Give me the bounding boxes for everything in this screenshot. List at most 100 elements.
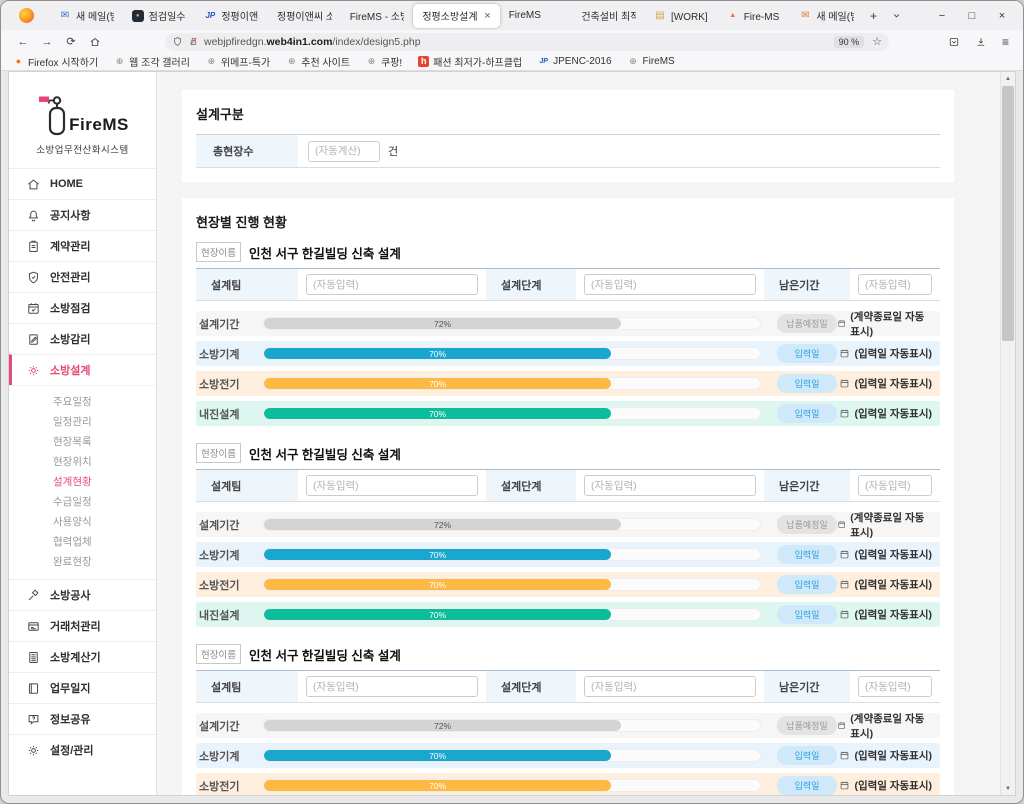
scrollbar-track[interactable] [1001, 85, 1015, 782]
design-classification-panel: 설계구분 총현장수 건 [182, 90, 954, 182]
sidebar-subitem[interactable]: 수급일정 [9, 491, 156, 511]
list-tabs-chevron-icon[interactable] [891, 10, 902, 21]
sidebar-item[interactable]: 소방설계 [9, 354, 156, 385]
sidebar: FireMS 소방업무전산화시스템 HOME 공지사항 [9, 72, 157, 795]
progress-track: 70% [263, 347, 761, 360]
lock-slash-icon[interactable] [188, 36, 199, 47]
bookmark-label: 위메프-특가 [221, 54, 270, 69]
bookmark-star-icon[interactable]: ☆ [872, 35, 882, 48]
site-card-header: 현장이름 인천 서구 한길빌딩 신축 설계 [196, 242, 940, 262]
new-tab-button[interactable]: + [870, 9, 877, 23]
sidebar-subitem[interactable]: 일정관리 [9, 411, 156, 431]
bookmark-item[interactable]: h 패션 최저가-하프클럽 [418, 54, 522, 69]
sidebar-subitem[interactable]: 주요일정 [9, 391, 156, 411]
sidebar-item[interactable]: 계약관리 [9, 230, 156, 261]
bookmark-favicon-icon: ⊕ [286, 56, 297, 67]
field-input[interactable] [858, 475, 932, 496]
close-window-button[interactable]: × [987, 10, 1017, 22]
logo-subtitle: 소방업무전산화시스템 [9, 142, 156, 156]
sidebar-item[interactable]: 설정/관리 [9, 734, 156, 765]
field-input[interactable] [306, 676, 478, 697]
sidebar-subitem[interactable]: 사용양식 [9, 511, 156, 531]
forward-button[interactable]: → [35, 36, 59, 48]
calendar-icon [839, 750, 850, 761]
progress-fill: 70% [264, 408, 611, 419]
browser-tab[interactable]: FireMS × [500, 1, 573, 30]
sidebar-item[interactable]: 정보공유 [9, 703, 156, 734]
maximize-button[interactable]: □ [957, 10, 987, 22]
close-icon[interactable]: × [484, 10, 490, 22]
sidebar-item[interactable]: 업무일지 [9, 672, 156, 703]
browser-tab[interactable]: 정평이앤씨 소방안전 × [268, 1, 341, 30]
bookmark-item[interactable]: ⊕ 웹 조각 갤러리 [114, 54, 190, 69]
browser-tab[interactable]: FireMS - 소방감리 프 × [341, 1, 414, 30]
home-button[interactable] [83, 35, 107, 47]
bookmark-item[interactable]: ⊕ 위메프-특가 [206, 54, 270, 69]
sidebar-item[interactable]: 소방공사 [9, 579, 156, 610]
zoom-level-badge[interactable]: 90 % [834, 36, 865, 48]
browser-tab[interactable]: JP 정평이앤씨 소방 × [195, 1, 268, 30]
sidebar-subitem-label: 설계현황 [53, 474, 92, 489]
url-bar[interactable]: webjpfiredgn. web4in1.com /index/design5… [165, 33, 889, 51]
sidebar-subitem[interactable]: 협력업체 [9, 531, 156, 551]
bookmark-item[interactable]: JP JPENC-2016 [538, 56, 611, 67]
download-icon[interactable] [975, 36, 987, 48]
bookmark-item[interactable]: ● Firefox 시작하기 [13, 54, 98, 69]
sidebar-item[interactable]: HOME [9, 168, 156, 199]
calendar-icon [839, 408, 850, 419]
sidebar-subitem[interactable]: 완료현장 [9, 551, 156, 571]
field-input[interactable] [306, 274, 478, 295]
field-input[interactable] [858, 676, 932, 697]
field-input[interactable] [584, 676, 756, 697]
scroll-down-arrow-icon[interactable]: ▼ [1001, 782, 1015, 795]
sidebar-item[interactable]: 거래처관리 [9, 610, 156, 641]
calendar-icon [839, 780, 850, 791]
bookmark-favicon-icon: ⊕ [366, 56, 377, 67]
browser-tab[interactable]: 건축설비 최적화 시스 × [572, 1, 645, 30]
bookmark-label: FireMS [643, 56, 675, 67]
sidebar-subitem-label: 일정관리 [53, 414, 92, 429]
sidebar-item[interactable]: 소방점검 [9, 292, 156, 323]
reload-button[interactable]: ⟳ [59, 35, 83, 48]
sidebar-subitem[interactable]: 현장목록 [9, 431, 156, 451]
sidebar-item[interactable]: 공지사항 [9, 199, 156, 230]
sidebar-item[interactable]: 소방감리 [9, 323, 156, 354]
field-label: 설계단계 [486, 671, 576, 702]
sidebar-subitem[interactable]: 설계현황 [9, 471, 156, 491]
auto-date-text: (입력일 자동표시) [839, 346, 932, 361]
vertical-scrollbar[interactable]: ▲ ▼ [1000, 72, 1015, 795]
progress-row: 소방전기 70% 입력일 (입력일 자동표시) [196, 773, 940, 795]
bookmark-item[interactable]: ⊕ FireMS [628, 56, 675, 67]
firefox-logo-icon[interactable] [19, 8, 34, 23]
shield-icon[interactable] [172, 36, 183, 47]
total-sites-input[interactable] [308, 141, 380, 162]
sidebar-item[interactable]: 안전관리 [9, 261, 156, 292]
bookmark-favicon-icon: ⊕ [206, 56, 217, 67]
browser-tab[interactable]: ▤ [WORK] 건축설비 × [645, 1, 718, 30]
scroll-up-arrow-icon[interactable]: ▲ [1001, 72, 1015, 85]
scrollbar-thumb[interactable] [1002, 86, 1014, 341]
field-input[interactable] [858, 274, 932, 295]
tab-label: 건축설비 최적화 시스 [581, 8, 636, 23]
field-input[interactable] [306, 475, 478, 496]
browser-tab[interactable]: ✉ 새 메일(받은메일 × [790, 1, 863, 30]
pocket-icon[interactable] [948, 36, 960, 48]
menu-hamburger-icon[interactable]: ≡ [1002, 35, 1009, 49]
sidebar-item[interactable]: 소방계산기 [9, 641, 156, 672]
browser-tab[interactable]: ▲ Fire-MS 소방넷 × [718, 1, 791, 30]
tab-favicon-icon: ✉ [59, 10, 71, 22]
field-input[interactable] [584, 274, 756, 295]
field-input[interactable] [584, 475, 756, 496]
progress-track: 70% [263, 578, 761, 591]
field-label: 남은기간 [764, 470, 850, 501]
bookmark-item[interactable]: ⊕ 쿠팡! [366, 54, 402, 69]
progress-track: 70% [263, 779, 761, 792]
site-name: 인천 서구 한길빌딩 신축 설계 [249, 444, 401, 463]
minimize-button[interactable]: − [927, 10, 957, 22]
bookmark-item[interactable]: ⊕ 추천 사이트 [286, 54, 350, 69]
back-button[interactable]: ← [11, 36, 35, 48]
sidebar-subitem[interactable]: 현장위치 [9, 451, 156, 471]
browser-tab[interactable]: ✉ 새 메일(받은메일 × [50, 1, 123, 30]
browser-tab[interactable]: 정평소방설계 프로 × [413, 4, 499, 28]
browser-tab[interactable]: ● 점검일수계산기 × [123, 1, 196, 30]
